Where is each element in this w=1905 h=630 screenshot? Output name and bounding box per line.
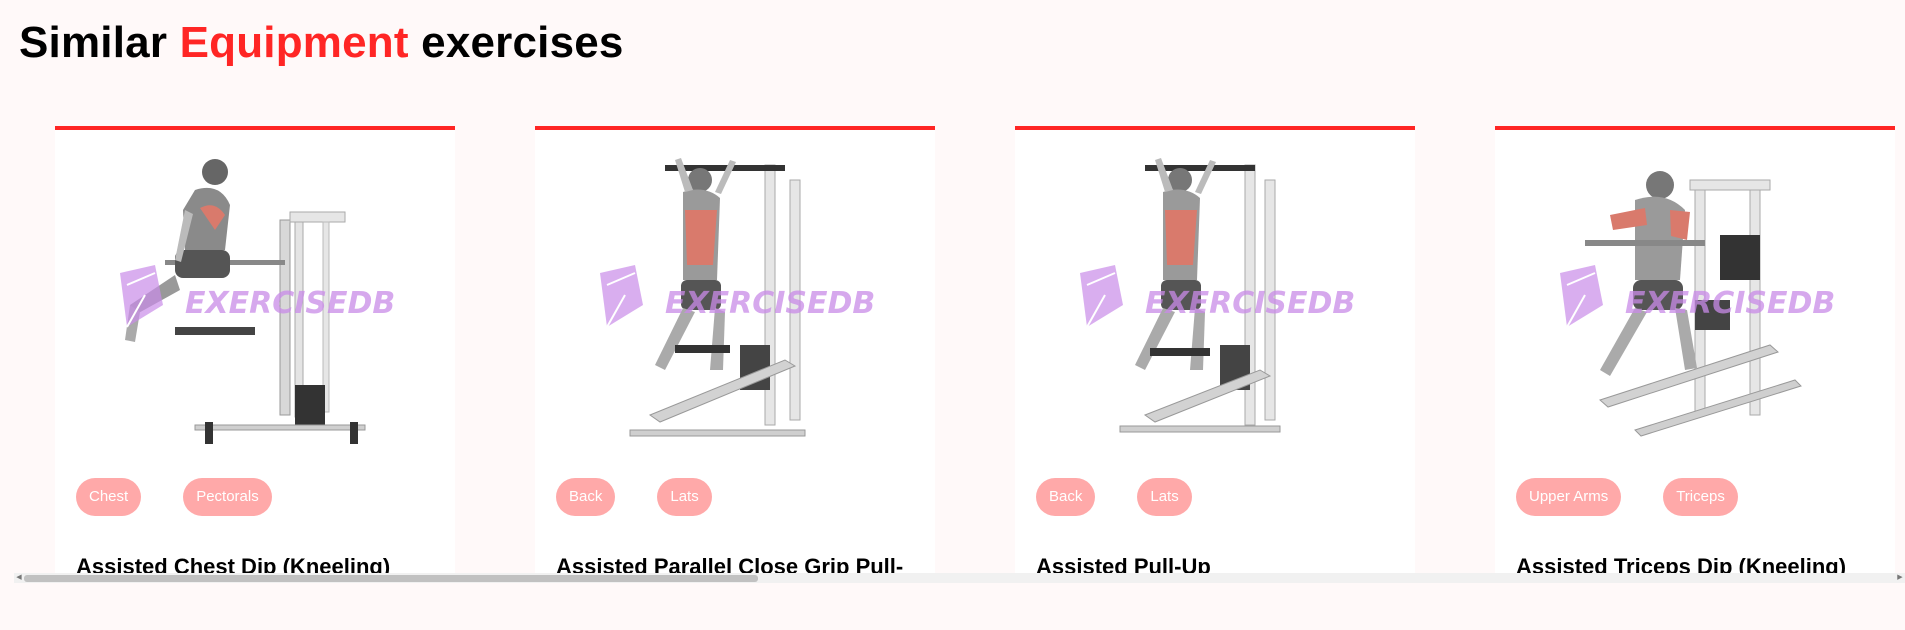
scroll-left-arrow-icon[interactable]: ◀	[14, 573, 24, 583]
title-prefix: Similar	[19, 18, 180, 67]
svg-text:EXERCISEDB: EXERCISEDB	[665, 286, 875, 321]
tag-body-part[interactable]: Chest	[76, 478, 142, 516]
exercise-card[interactable]: EXERCISEDB Upper Arms Triceps Assisted T…	[1495, 126, 1895, 573]
title-suffix: exercises	[408, 18, 624, 67]
exercise-card[interactable]: EXERCISEDB Back Lats Assisted Parallel C…	[535, 126, 935, 573]
exercise-image[interactable]: EXERCISEDB	[535, 130, 935, 460]
title-accent: Equipment	[179, 18, 409, 67]
exercise-name: Assisted Chest Dip (Kneeling)	[76, 554, 391, 573]
watermark-logo: EXERCISEDB	[120, 265, 395, 328]
svg-text:EXERCISEDB: EXERCISEDB	[185, 286, 395, 321]
section-title: Similar Equipment exercises	[19, 18, 624, 68]
tag-list: Chest Pectorals	[76, 478, 272, 516]
exercise-image[interactable]: EXERCISEDB	[1015, 130, 1415, 460]
tag-target[interactable]: Pectorals	[183, 478, 272, 516]
exercise-name: Assisted Triceps Dip (Kneeling)	[1516, 554, 1847, 573]
watermark-logo: EXERCISEDB	[1080, 265, 1355, 328]
watermark-logo: EXERCISEDB	[600, 265, 875, 328]
watermark-logo: EXERCISEDB	[1560, 265, 1835, 328]
exercise-image[interactable]: EXERCISEDB	[1495, 130, 1895, 460]
tag-list: Back Lats	[1036, 478, 1192, 516]
exercise-carousel[interactable]: EXERCISEDB Chest Pectorals Assisted Ches…	[14, 126, 1905, 573]
scroll-right-arrow-icon[interactable]: ▶	[1895, 573, 1905, 583]
exercise-name: Assisted Parallel Close Grip Pull-	[556, 554, 904, 573]
exercise-card[interactable]: EXERCISEDB Chest Pectorals Assisted Ches…	[55, 126, 455, 573]
tag-list: Back Lats	[556, 478, 712, 516]
tag-body-part[interactable]: Back	[1036, 478, 1096, 516]
tag-target[interactable]: Lats	[657, 478, 712, 516]
scrollbar-thumb[interactable]	[24, 575, 758, 582]
tag-target[interactable]: Lats	[1137, 478, 1192, 516]
tag-body-part[interactable]: Upper Arms	[1516, 478, 1622, 516]
tag-target[interactable]: Triceps	[1663, 478, 1738, 516]
tag-list: Upper Arms Triceps	[1516, 478, 1738, 516]
horizontal-scrollbar[interactable]: ◀ ▶	[14, 573, 1905, 583]
tag-body-part[interactable]: Back	[556, 478, 616, 516]
exercise-card[interactable]: EXERCISEDB Back Lats Assisted Pull-Up	[1015, 126, 1415, 573]
similar-exercises-section: Similar Equipment exercises EXERCISEDB C…	[0, 0, 1905, 630]
exercise-image[interactable]: EXERCISEDB	[55, 130, 455, 460]
svg-text:EXERCISEDB: EXERCISEDB	[1625, 286, 1835, 321]
svg-text:EXERCISEDB: EXERCISEDB	[1145, 286, 1355, 321]
exercise-name: Assisted Pull-Up	[1036, 554, 1211, 573]
